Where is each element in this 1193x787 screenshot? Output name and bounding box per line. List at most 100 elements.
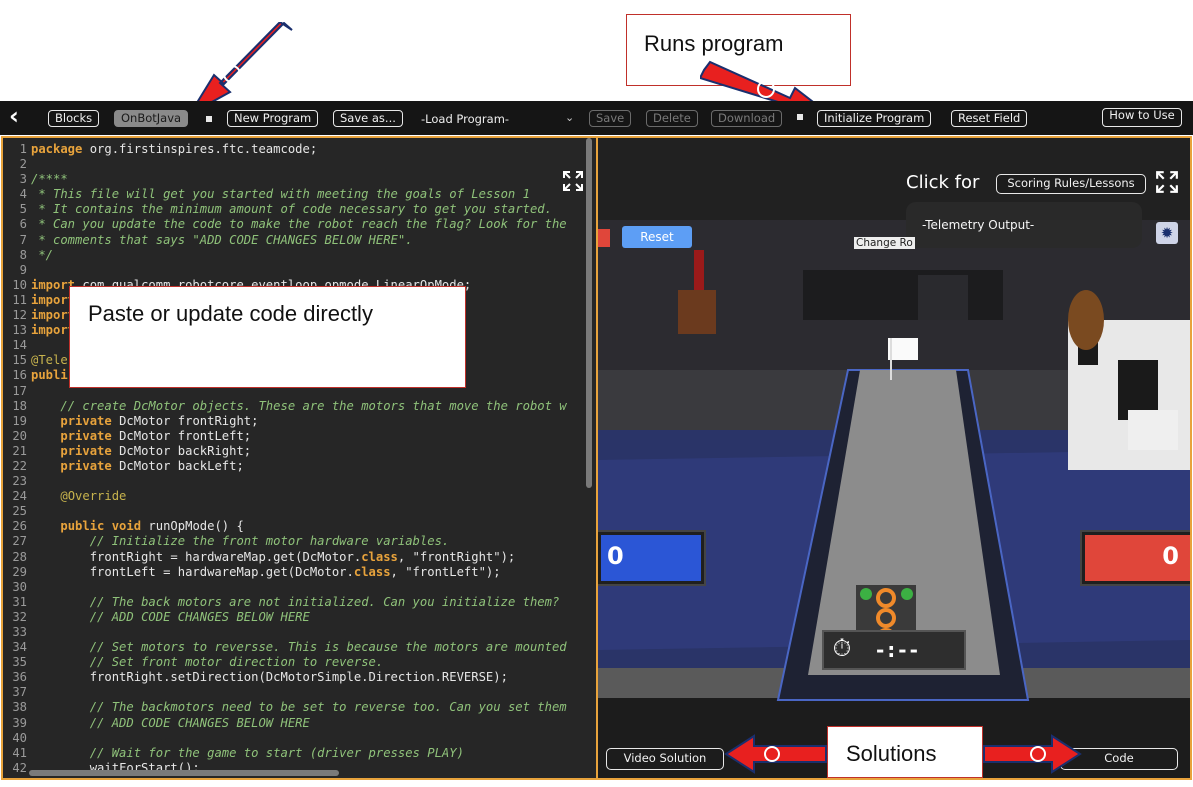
code-line[interactable]: 37: [3, 685, 567, 700]
expand-editor-icon[interactable]: [562, 170, 584, 192]
save-button[interactable]: Save: [589, 110, 632, 127]
code-line[interactable]: 19 private DcMotor frontRight;: [3, 414, 567, 429]
save-as-button[interactable]: Save as...: [333, 110, 403, 127]
download-button[interactable]: Download: [711, 110, 783, 127]
line-number: 26: [12, 519, 27, 534]
code-line[interactable]: 29 frontLeft = hardwareMap.get(DcMotor.c…: [3, 565, 567, 580]
horizontal-scrollbar[interactable]: [29, 770, 339, 776]
delete-button[interactable]: Delete: [646, 110, 698, 127]
line-number: 32: [12, 609, 27, 624]
red-score-box: 0: [1082, 532, 1190, 584]
line-number: 27: [12, 534, 27, 549]
code-line[interactable]: 5 * It contains the minimum amount of co…: [3, 202, 567, 217]
code-line[interactable]: 6 * Can you update the code to make the …: [3, 217, 567, 232]
code-line[interactable]: 35 // Set front motor direction to rever…: [3, 655, 567, 670]
line-number: 35: [12, 655, 27, 670]
code-line[interactable]: 7 * comments that says "ADD CODE CHANGES…: [3, 233, 567, 248]
code-line[interactable]: 27 // Initialize the front motor hardwar…: [3, 534, 567, 549]
blocks-button[interactable]: Blocks: [48, 110, 100, 127]
code-line[interactable]: 34 // Set motors to reversse. This is be…: [3, 640, 567, 655]
arrow-to-video-solution: [724, 734, 827, 774]
callout-runs-program-text: Runs program: [644, 31, 784, 56]
reset-button[interactable]: Reset: [622, 226, 692, 248]
line-number: 9: [19, 262, 27, 277]
code-line[interactable]: 41 // Wait for the game to start (driver…: [3, 746, 567, 761]
timer-value: -:--: [876, 638, 921, 662]
onbotjava-button[interactable]: OnBotJava: [114, 110, 189, 127]
arrow-to-code: [983, 734, 1082, 774]
line-number: 36: [12, 670, 27, 685]
code-line[interactable]: 2: [3, 157, 567, 172]
line-number: 4: [19, 187, 27, 202]
line-number: 18: [12, 398, 27, 413]
code-editor[interactable]: 1 package org.firstinspires.ftc.teamcode;…: [1, 136, 598, 780]
line-number: 31: [12, 594, 27, 609]
code-line[interactable]: 25: [3, 504, 567, 519]
separator-dot: [206, 116, 212, 122]
new-program-button[interactable]: New Program: [227, 110, 319, 127]
code-content[interactable]: 1 package org.firstinspires.ftc.teamcode;…: [3, 142, 567, 776]
simulator-panel[interactable]: Click for Scoring Rules/Lessons -Telemet…: [596, 136, 1192, 780]
line-number: 20: [12, 428, 27, 443]
load-program-select[interactable]: -Load Program-: [421, 112, 509, 126]
line-number: 33: [12, 625, 27, 639]
callout-solutions-text: Solutions: [846, 741, 937, 766]
line-number: 39: [12, 715, 27, 730]
code-line[interactable]: 31 // The back motors are not initialize…: [3, 595, 567, 610]
chevron-down-icon[interactable]: ⌄: [565, 111, 574, 124]
vertical-scrollbar[interactable]: [586, 138, 592, 488]
settings-gear-icon[interactable]: ✹: [1156, 222, 1178, 244]
line-number: 12: [12, 308, 27, 323]
code-line[interactable]: 26 public void runOpMode() {: [3, 519, 567, 534]
code-line[interactable]: 21 private DcMotor backRight;: [3, 444, 567, 459]
code-line[interactable]: 4 * This file will get you started with …: [3, 187, 567, 202]
initialize-program-button[interactable]: Initialize Program: [817, 110, 932, 127]
code-line[interactable]: 32 // ADD CODE CHANGES BELOW HERE: [3, 610, 567, 625]
callout-paste-update-text: Paste or update code directly: [88, 301, 373, 326]
separator-dot: [797, 114, 803, 120]
code-line[interactable]: 28 frontRight = hardwareMap.get(DcMotor.…: [3, 550, 567, 565]
code-line[interactable]: 30: [3, 580, 567, 595]
code-line[interactable]: 23: [3, 474, 567, 489]
line-number: 10: [12, 277, 27, 292]
code-line[interactable]: 24 @Override: [3, 489, 567, 504]
code-line[interactable]: 39 // ADD CODE CHANGES BELOW HERE: [3, 716, 567, 731]
line-number: 7: [19, 232, 27, 247]
code-line[interactable]: 22 private DcMotor backLeft;: [3, 459, 567, 474]
code-line[interactable]: 20 private DcMotor frontLeft;: [3, 429, 567, 444]
line-number: 1: [19, 142, 27, 156]
change-robot-button[interactable]: Change Ro: [854, 237, 915, 249]
line-number: 5: [19, 202, 27, 217]
scoring-rules-button[interactable]: Scoring Rules/Lessons: [996, 174, 1146, 194]
line-number: 6: [19, 217, 27, 232]
code-line[interactable]: 40: [3, 731, 567, 746]
callout-paste-update: Paste or update code directly: [69, 286, 466, 388]
toolbar: ‹ Blocks OnBotJava New Program Save as..…: [0, 101, 1193, 135]
expand-sim-icon[interactable]: [1155, 170, 1179, 194]
back-icon[interactable]: ‹: [9, 102, 19, 130]
how-to-use-button[interactable]: How to Use: [1102, 108, 1182, 127]
code-line[interactable]: 38 // The backmotors need to be set to r…: [3, 700, 567, 715]
code-line[interactable]: 9: [3, 263, 567, 278]
code-line[interactable]: 18 // create DcMotor objects. These are …: [3, 398, 566, 414]
video-solution-button[interactable]: Video Solution: [606, 748, 724, 770]
line-number: 15: [12, 353, 27, 368]
click-for-label: Click for: [906, 172, 980, 193]
code-line[interactable]: 1 package org.firstinspires.ftc.teamcode;: [3, 142, 567, 157]
line-number: 2: [19, 157, 27, 172]
blue-score-box: 0: [598, 532, 704, 584]
field-scene: [598, 220, 1190, 778]
line-number: 24: [12, 489, 27, 504]
line-number: 28: [12, 549, 27, 564]
line-number: 11: [12, 292, 27, 307]
code-line[interactable]: 3/****: [3, 172, 567, 187]
line-number: 14: [12, 338, 27, 353]
line-number: 30: [12, 579, 27, 594]
code-line[interactable]: 33: [3, 625, 567, 640]
code-line[interactable]: 8 */: [3, 248, 567, 263]
line-number: 16: [12, 368, 27, 383]
red-score: 0: [1162, 542, 1179, 570]
code-line[interactable]: 36 frontRight.setDirection(DcMotorSimple…: [3, 670, 567, 685]
line-number: 19: [12, 413, 27, 428]
reset-field-button[interactable]: Reset Field: [951, 110, 1028, 127]
